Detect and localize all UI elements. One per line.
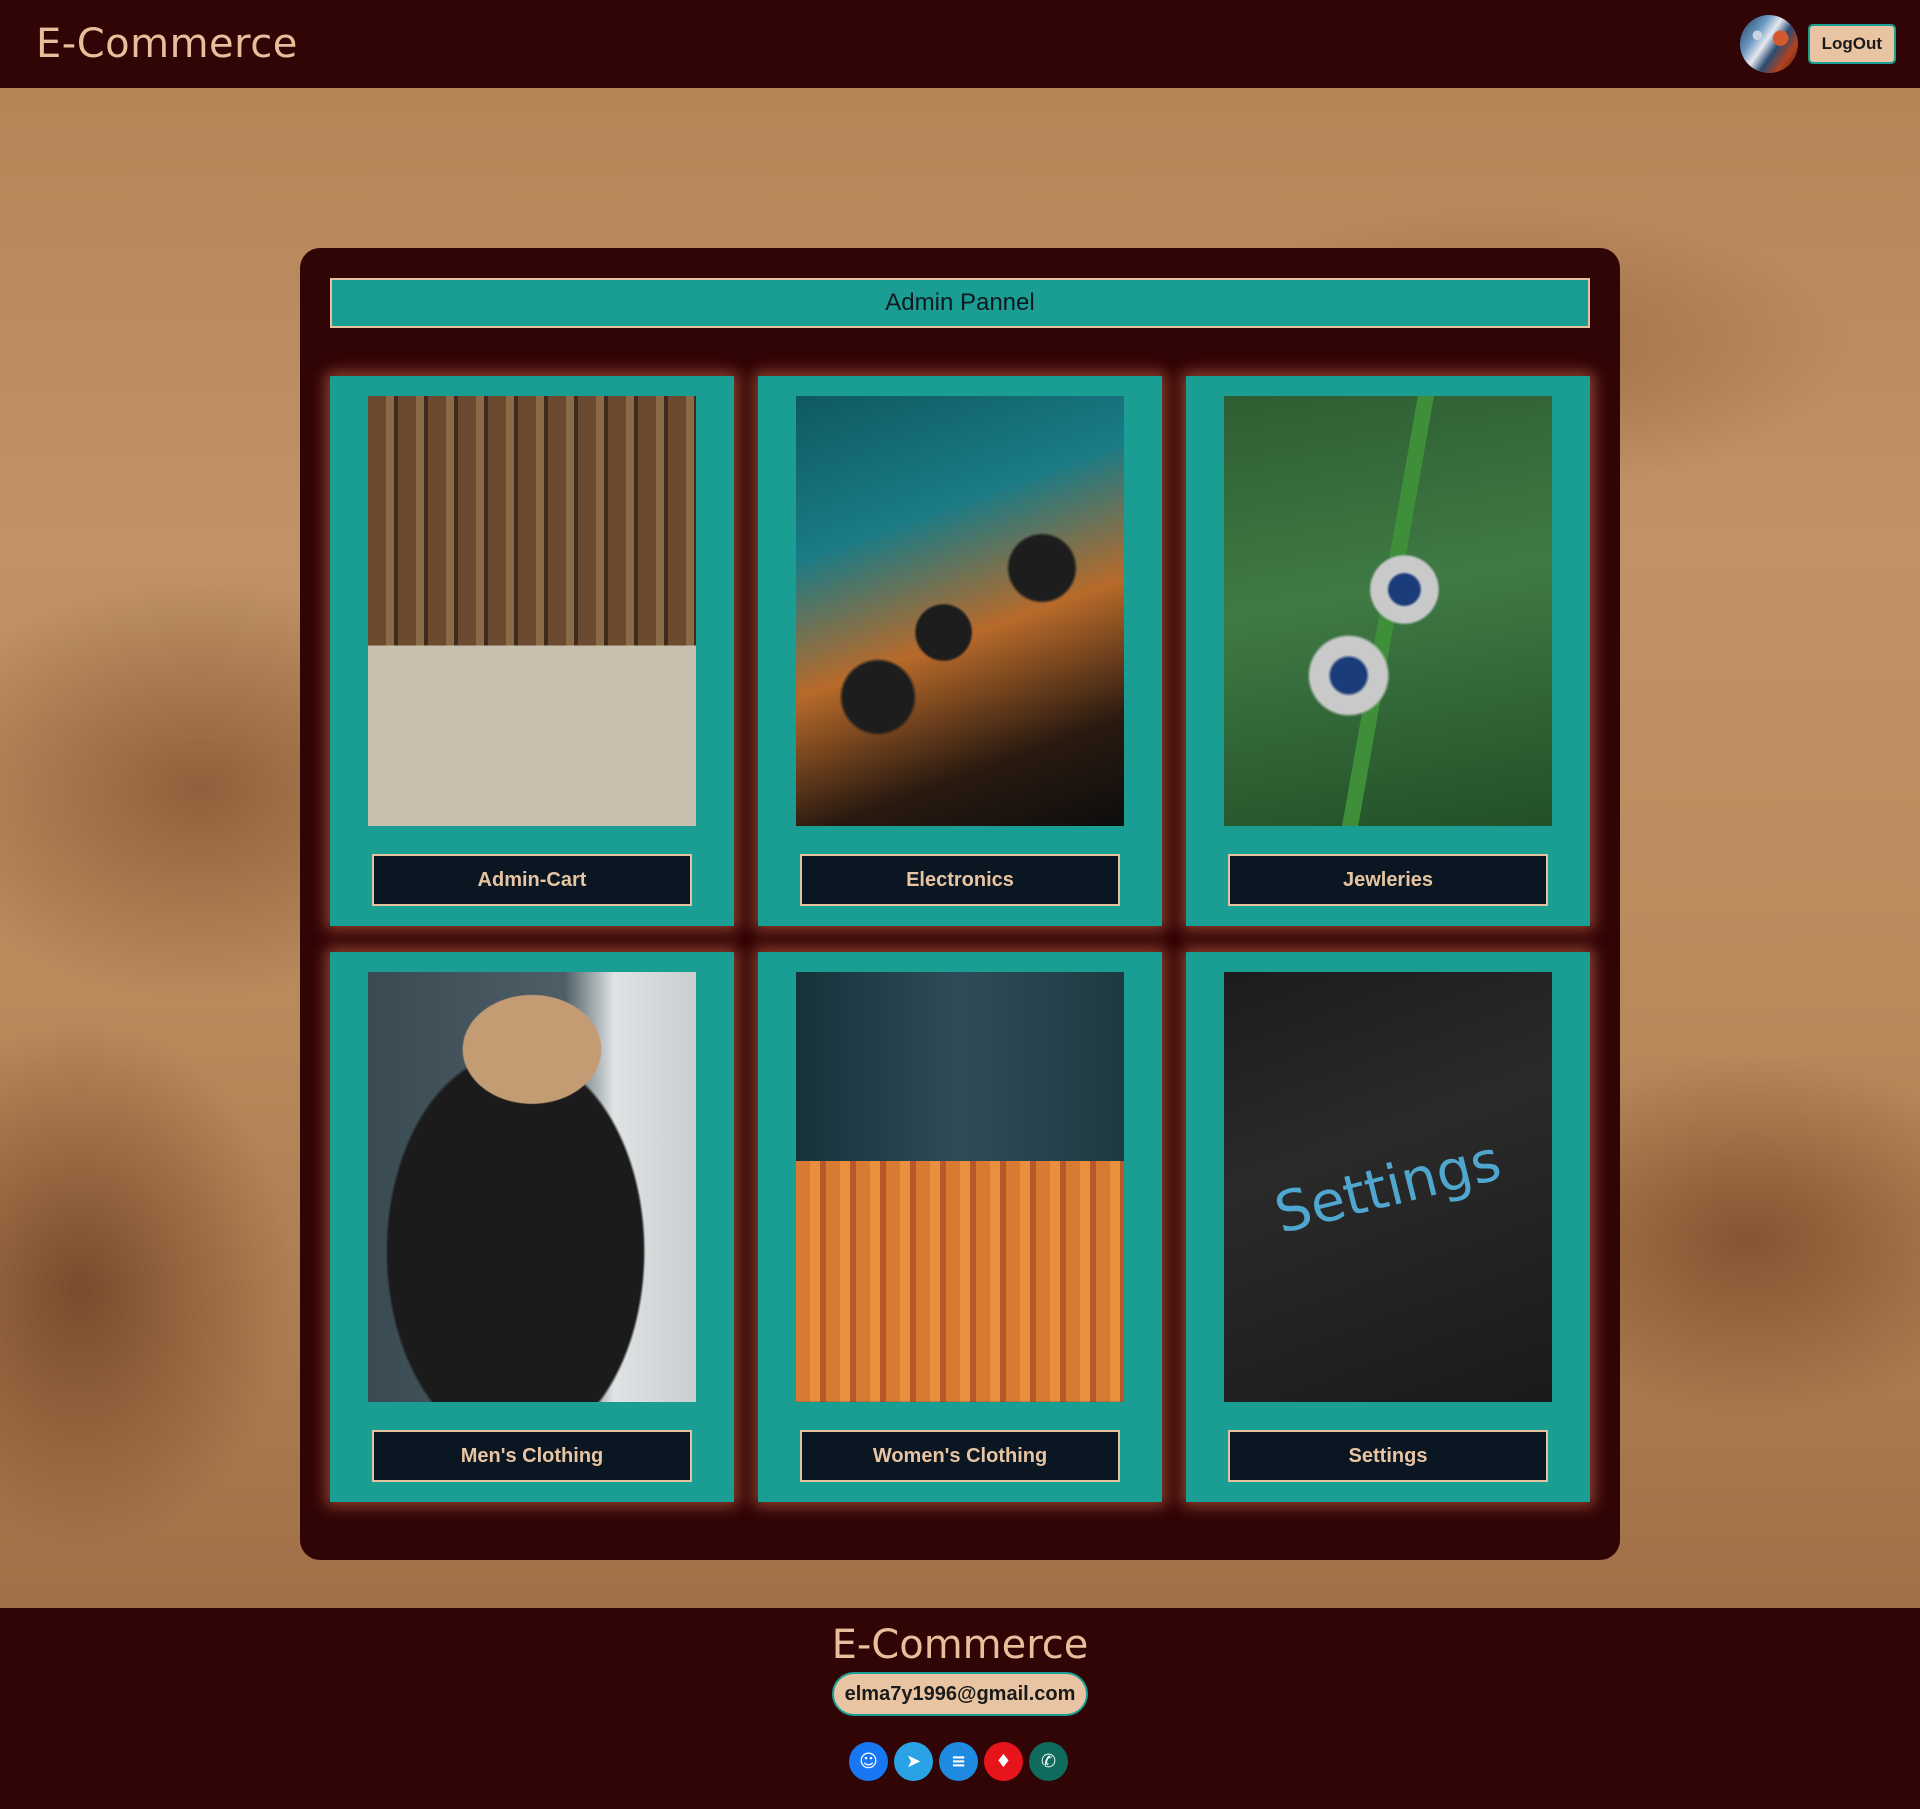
card-settings[interactable]: Settings Settings xyxy=(1186,952,1590,1502)
settings-image[interactable]: Settings xyxy=(1224,972,1552,1402)
pinterest-icon[interactable]: ♦ xyxy=(984,1742,1023,1781)
jewelries-button[interactable]: Jewleries xyxy=(1228,854,1548,906)
telegram-icon[interactable]: ➤ xyxy=(894,1742,933,1781)
card-electronics[interactable]: Electronics xyxy=(758,376,1162,926)
messenger-icon[interactable]: ☺ xyxy=(849,1742,888,1781)
nav-right: LogOut xyxy=(1739,15,1896,73)
mens-clothing-image[interactable] xyxy=(368,972,696,1402)
footer: E-Commerce elma7y1996@gmail.com ☺ ➤ ≡ ♦ … xyxy=(0,1608,1920,1809)
brand-title[interactable]: E-Commerce xyxy=(36,21,298,67)
mens-clothing-button[interactable]: Men's Clothing xyxy=(372,1430,692,1482)
social-icons: ☺ ➤ ≡ ♦ ✆ xyxy=(849,1742,1068,1781)
electronics-image[interactable] xyxy=(796,396,1124,826)
card-womens-clothing[interactable]: Women's Clothing xyxy=(758,952,1162,1502)
card-mens-clothing[interactable]: Men's Clothing xyxy=(330,952,734,1502)
womens-clothing-image[interactable] xyxy=(796,972,1124,1402)
whatsapp-icon[interactable]: ✆ xyxy=(1029,1742,1068,1781)
settings-image-text: Settings xyxy=(1268,1127,1508,1247)
card-jewelries[interactable]: Jewleries xyxy=(1186,376,1590,926)
settings-button[interactable]: Settings xyxy=(1228,1430,1548,1482)
jewelry-image[interactable] xyxy=(1224,396,1552,826)
panel-title: Admin Pannel xyxy=(330,278,1590,328)
admin-panel: Admin Pannel Admin-Cart Electronics Jewl… xyxy=(300,248,1620,1560)
card-admin-cart[interactable]: Admin-Cart xyxy=(330,376,734,926)
navbar: E-Commerce LogOut xyxy=(0,0,1920,88)
electronics-button[interactable]: Electronics xyxy=(800,854,1120,906)
shopping-cart-image[interactable] xyxy=(368,396,696,826)
footer-email-link[interactable]: elma7y1996@gmail.com xyxy=(832,1672,1088,1716)
linkedin-icon[interactable]: ≡ xyxy=(939,1742,978,1781)
logout-button[interactable]: LogOut xyxy=(1807,24,1896,64)
avatar[interactable] xyxy=(1739,15,1798,73)
womens-clothing-button[interactable]: Women's Clothing xyxy=(800,1430,1120,1482)
admin-cart-button[interactable]: Admin-Cart xyxy=(372,854,692,906)
footer-brand: E-Commerce xyxy=(831,1622,1089,1668)
